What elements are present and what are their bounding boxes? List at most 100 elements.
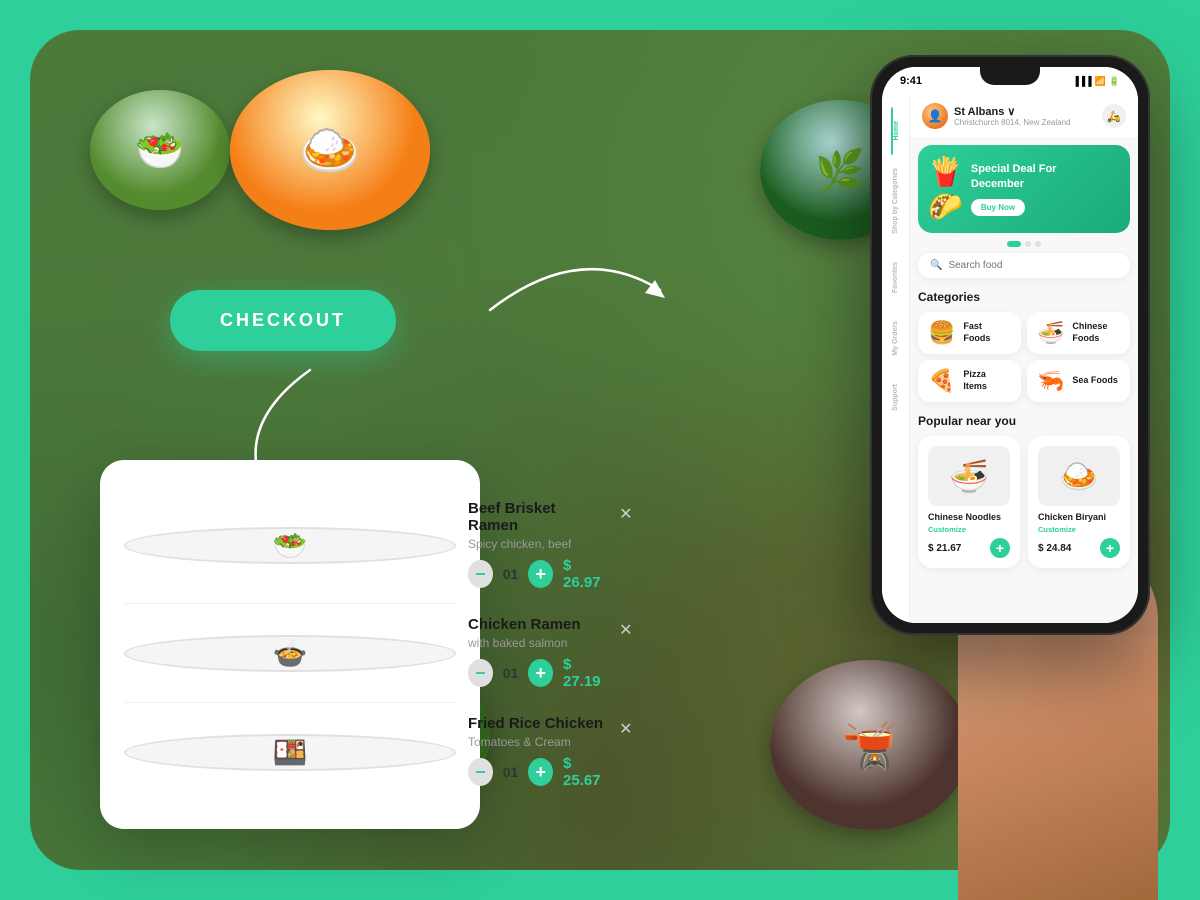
item-2-plus[interactable]: +: [528, 659, 553, 687]
item-3-close[interactable]: ✕: [619, 719, 632, 739]
nav-orders[interactable]: My Orders: [892, 307, 899, 370]
banner-food-1: 🍟: [928, 155, 963, 188]
status-icons: ▐▐▐ 📶 🔋: [1072, 76, 1120, 87]
banner-food-icons: 🍟 🌮: [928, 155, 963, 223]
search-bar[interactable]: 🔍: [918, 253, 1130, 278]
phone-sidebar: Home Shop by Categories Favorites My Ord…: [882, 67, 910, 623]
buy-now-button[interactable]: Buy Now: [971, 199, 1025, 216]
popular-title: Popular near you: [918, 414, 1130, 428]
banner-dots: [910, 241, 1138, 247]
item-3-desc: Tomatoes & Cream: [468, 735, 607, 749]
category-chinese-foods[interactable]: 🍜 Chinese Foods: [1027, 312, 1130, 354]
categories-section: Categories 🍔 Fast Foods 🍜 Chinese Foods …: [910, 284, 1138, 408]
pizza-icon: 🍕: [928, 368, 955, 394]
dot-2: [1025, 241, 1031, 247]
food-bowl-6: 🫕: [770, 660, 970, 830]
item-1-image: 🥗: [124, 527, 456, 564]
checkout-section: CHECKOUT: [170, 290, 396, 351]
status-time: 9:41: [900, 75, 922, 87]
dot-3: [1035, 241, 1041, 247]
category-pizza[interactable]: 🍕 Pizza Items: [918, 360, 1021, 402]
popular-section: Popular near you 🍜 Chinese Noodles Custo…: [910, 408, 1138, 574]
item-2-desc: with baked salmon: [468, 636, 607, 650]
item-2-count: 01: [503, 665, 519, 681]
biryani-name: Chicken Biryani: [1038, 512, 1120, 522]
biryani-bottom: $ 24.84 +: [1038, 538, 1120, 558]
cart-panel: 🥗 Beef Brisket Ramen Spicy chicken, beef…: [100, 460, 480, 829]
popular-grid: 🍜 Chinese Noodles Customize $ 21.67 + 🍛 …: [918, 436, 1130, 568]
chevron-down-icon: ∨: [1007, 105, 1015, 118]
pizza-label: Pizza Items: [963, 369, 1011, 392]
item-2-details: Chicken Ramen with baked salmon − 01 + $…: [468, 616, 607, 690]
location-info: 👤 St Albans ∨ Christchurch 8014, New Zea…: [922, 103, 1071, 129]
item-2-price: $ 27.19: [563, 656, 607, 690]
search-icon: 🔍: [930, 260, 942, 271]
item-3-minus[interactable]: −: [468, 758, 493, 786]
banner-text: Special Deal For December Buy Now: [963, 162, 1120, 216]
noodles-price: $ 21.67: [928, 543, 961, 554]
nav-home[interactable]: Home: [891, 107, 900, 154]
noodles-image: 🍜: [928, 446, 1010, 506]
chinese-food-icon: 🍜: [1037, 320, 1064, 346]
cart-item-2: 🍲 Chicken Ramen with baked salmon − 01 +…: [124, 604, 456, 703]
location-subtitle: Christchurch 8014, New Zealand: [954, 118, 1071, 127]
biryani-price: $ 24.84: [1038, 543, 1071, 554]
user-avatar: 👤: [922, 103, 948, 129]
item-1-name: Beef Brisket Ramen: [468, 500, 607, 534]
checkout-button[interactable]: CHECKOUT: [170, 290, 396, 351]
food-card-noodles[interactable]: 🍜 Chinese Noodles Customize $ 21.67 +: [918, 436, 1020, 568]
chinese-food-label: Chinese Foods: [1072, 321, 1120, 344]
promo-banner[interactable]: 🍟 🌮 Special Deal For December Buy Now: [918, 145, 1130, 233]
item-2-quantity: − 01 + $ 27.19: [468, 656, 607, 690]
phone-notch: [980, 67, 1040, 85]
category-sea-foods[interactable]: 🦐 Sea Foods: [1027, 360, 1130, 402]
item-2-close[interactable]: ✕: [619, 620, 632, 640]
sea-food-icon: 🦐: [1037, 368, 1064, 394]
nav-categories[interactable]: Shop by Categories: [892, 154, 899, 248]
nav-support[interactable]: Support: [892, 370, 899, 425]
biryani-image: 🍛: [1038, 446, 1120, 506]
noodles-name: Chinese Noodles: [928, 512, 1010, 522]
noodles-customize[interactable]: Customize: [928, 525, 1010, 534]
item-1-count: 01: [503, 566, 519, 582]
nav-favorites[interactable]: Favorites: [892, 248, 899, 307]
dot-1: [1007, 241, 1021, 247]
item-1-desc: Spicy chicken, beef: [468, 537, 607, 551]
food-bowl-1: 🥗: [90, 90, 230, 210]
item-2-minus[interactable]: −: [468, 659, 493, 687]
fast-food-label: Fast Foods: [963, 321, 1011, 344]
item-3-plus[interactable]: +: [528, 758, 553, 786]
cart-item-3: 🍱 Fried Rice Chicken Tomatoes & Cream − …: [124, 703, 456, 801]
location-text: St Albans ∨ Christchurch 8014, New Zeala…: [954, 105, 1071, 127]
item-2-image: 🍲: [124, 635, 456, 672]
item-3-image: 🍱: [124, 734, 456, 771]
category-fast-foods[interactable]: 🍔 Fast Foods: [918, 312, 1021, 354]
food-card-biryani[interactable]: 🍛 Chicken Biryani Customize $ 24.84 +: [1028, 436, 1130, 568]
item-1-close[interactable]: ✕: [619, 504, 632, 524]
location-name[interactable]: St Albans ∨: [954, 105, 1071, 118]
categories-title: Categories: [918, 290, 1130, 304]
cart-card: 🥗 Beef Brisket Ramen Spicy chicken, beef…: [100, 460, 480, 829]
sea-food-label: Sea Foods: [1072, 375, 1118, 387]
item-3-name: Fried Rice Chicken: [468, 715, 607, 732]
noodles-bottom: $ 21.67 +: [928, 538, 1010, 558]
signal-icon: ▐▐▐: [1072, 76, 1091, 86]
search-input[interactable]: [948, 260, 1118, 271]
biryani-add-button[interactable]: +: [1100, 538, 1120, 558]
biryani-customize[interactable]: Customize: [1038, 525, 1120, 534]
item-1-details: Beef Brisket Ramen Spicy chicken, beef −…: [468, 500, 607, 591]
noodles-add-button[interactable]: +: [990, 538, 1010, 558]
item-1-plus[interactable]: +: [528, 560, 553, 588]
categories-grid: 🍔 Fast Foods 🍜 Chinese Foods 🍕 Pizza Ite…: [918, 312, 1130, 402]
item-1-minus[interactable]: −: [468, 560, 493, 588]
item-1-quantity: − 01 + $ 26.97: [468, 557, 607, 591]
phone-screen: 9:41 ▐▐▐ 📶 🔋 Home Shop by Categories Fav…: [882, 67, 1138, 623]
food-bowl-2: 🍛: [230, 70, 430, 230]
item-3-count: 01: [503, 764, 519, 780]
item-3-quantity: − 01 + $ 25.67: [468, 755, 607, 789]
delivery-icon[interactable]: 🛵: [1102, 104, 1126, 128]
phone-wrapper: 9:41 ▐▐▐ 📶 🔋 Home Shop by Categories Fav…: [870, 55, 1150, 635]
item-2-name: Chicken Ramen: [468, 616, 607, 633]
cart-item-1: 🥗 Beef Brisket Ramen Spicy chicken, beef…: [124, 488, 456, 604]
item-3-price: $ 25.67: [563, 755, 607, 789]
